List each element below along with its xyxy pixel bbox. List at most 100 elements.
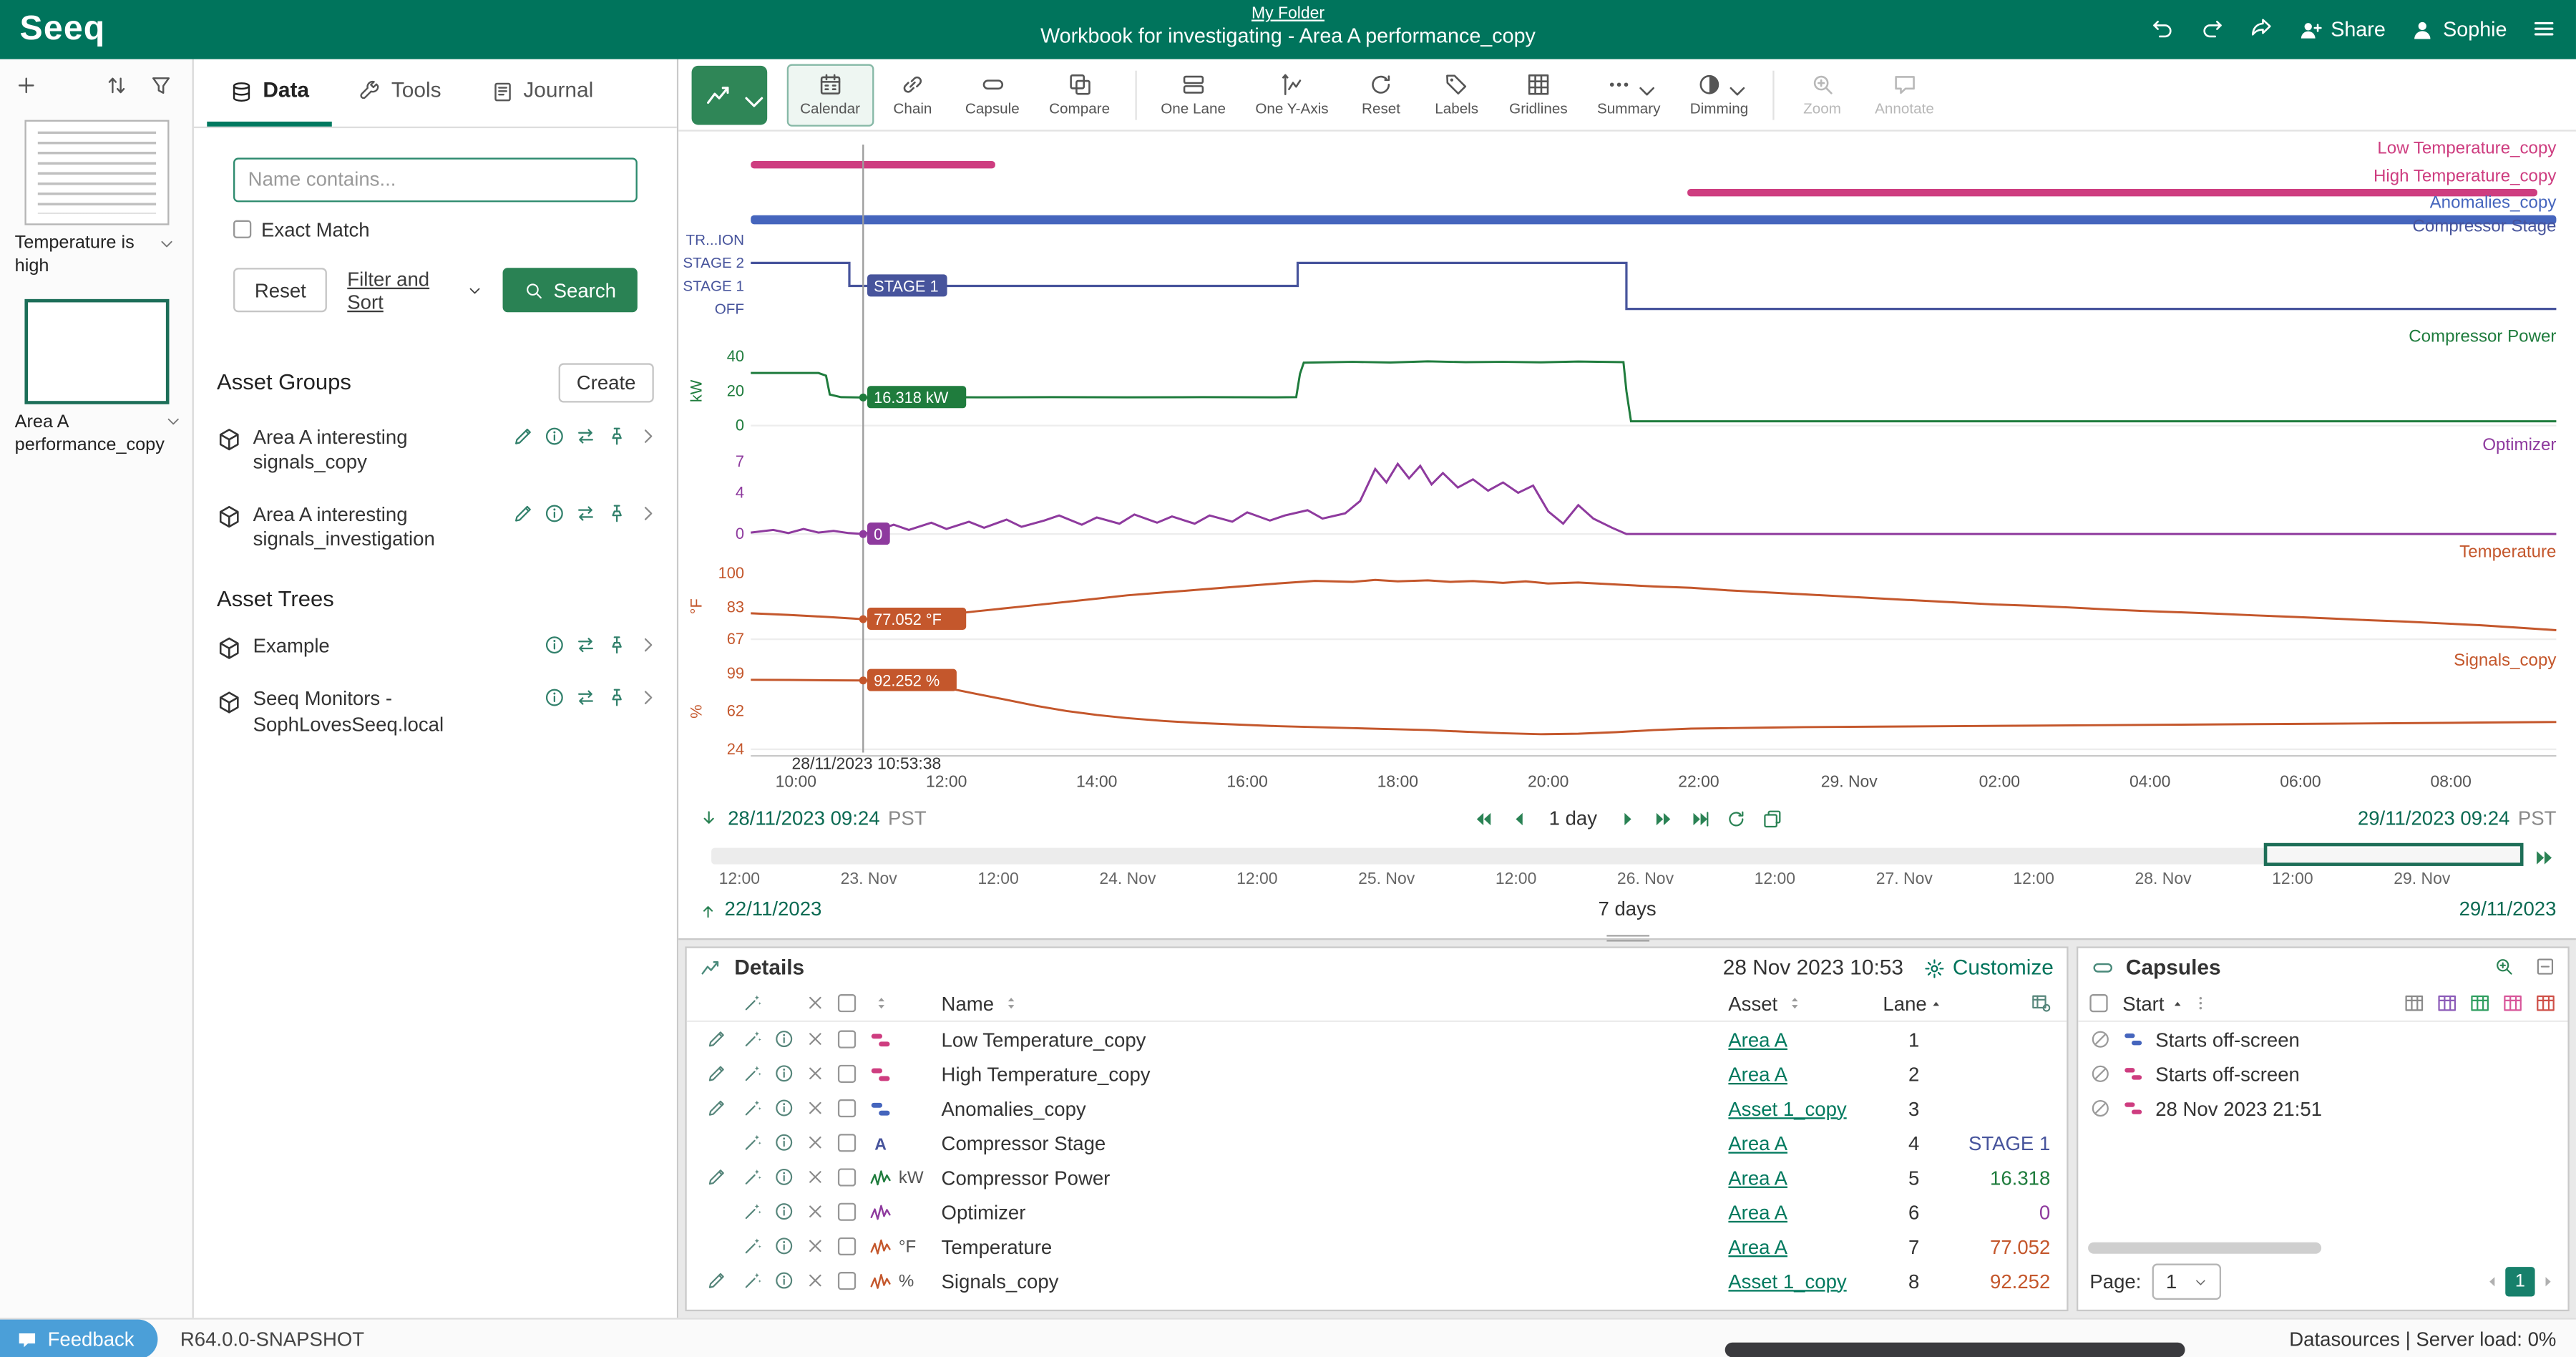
wand-icon[interactable] — [742, 1202, 763, 1222]
lane-label[interactable]: Optimizer — [2482, 435, 2556, 454]
stat-column-icon[interactable] — [2436, 993, 2458, 1014]
edit-pencil-icon[interactable] — [507, 425, 539, 447]
info-icon[interactable] — [774, 1064, 795, 1084]
asset-name[interactable]: Example — [253, 634, 508, 660]
info-icon[interactable] — [774, 1098, 795, 1119]
column-header-name[interactable]: Name — [942, 992, 1729, 1015]
exact-match-checkbox[interactable] — [233, 220, 251, 238]
wand-icon[interactable] — [742, 1236, 763, 1257]
search-input[interactable] — [233, 157, 638, 201]
asset-link[interactable]: Area A — [1728, 1200, 1787, 1223]
remove-icon[interactable] — [804, 1029, 825, 1050]
asset-list-item[interactable]: Example — [194, 621, 677, 674]
asset-list-item[interactable]: Seeq Monitors - SophLovesSeeq.local — [194, 674, 677, 752]
asset-link[interactable]: Area A — [1728, 1132, 1787, 1154]
chevron-right-icon[interactable] — [633, 634, 664, 656]
signal-name[interactable]: Anomalies_copy — [942, 1097, 1729, 1120]
signal-name[interactable]: Optimizer — [942, 1200, 1729, 1223]
step-to-end-icon[interactable] — [1689, 807, 1711, 829]
no-zoom-icon[interactable] — [2089, 1063, 2122, 1084]
reset-button[interactable]: Reset — [233, 268, 328, 312]
toolbar-one-y-axis-button[interactable]: One Y-Axis — [1242, 63, 1342, 125]
reorder-worksheets-icon[interactable] — [105, 72, 133, 100]
column-header-asset[interactable]: Asset — [1728, 992, 1879, 1015]
signal-name[interactable]: Compressor Power — [942, 1166, 1729, 1189]
asset-list-item[interactable]: Area A interesting signals_copy — [194, 412, 677, 489]
wand-icon[interactable] — [742, 1133, 763, 1154]
row-checkbox[interactable] — [837, 1237, 855, 1255]
overview-zoom-icon[interactable] — [2533, 845, 2556, 869]
lane-label[interactable]: Compressor Power — [2409, 327, 2556, 346]
share-button[interactable]: Share — [2298, 17, 2386, 42]
pin-icon[interactable] — [601, 687, 633, 709]
forward-share-icon[interactable] — [2248, 17, 2273, 42]
server-status[interactable]: Datasources | Server load: 0% — [2289, 1327, 2576, 1350]
remove-icon[interactable] — [804, 1133, 825, 1154]
swap-asset-icon[interactable] — [570, 502, 602, 524]
select-all-capsules-checkbox[interactable] — [2089, 994, 2107, 1012]
no-zoom-icon[interactable] — [2089, 1028, 2122, 1050]
stat-column-icon[interactable] — [2469, 993, 2491, 1014]
asset-link[interactable]: Asset 1_copy — [1728, 1097, 1846, 1120]
condition-label[interactable]: High Temperature_copy — [2373, 167, 2556, 186]
info-icon[interactable] — [539, 502, 570, 524]
details-row[interactable]: kWCompressor PowerArea A516.318 — [687, 1160, 2067, 1195]
more-options-icon[interactable] — [2192, 994, 2210, 1012]
deselect-all-wand-icon[interactable] — [742, 993, 763, 1013]
signal-name[interactable]: Compressor Stage — [942, 1132, 1729, 1154]
details-row[interactable]: Anomalies_copyAsset 1_copy3 — [687, 1091, 2067, 1126]
undo-icon[interactable] — [2150, 17, 2175, 42]
sort-type-icon[interactable] — [872, 994, 889, 1012]
worksheet-preview[interactable] — [24, 120, 168, 225]
details-row[interactable]: ACompressor StageArea A4STAGE 1 — [687, 1126, 2067, 1160]
overview-track[interactable] — [711, 848, 2523, 865]
remove-icon[interactable] — [804, 1202, 825, 1222]
row-checkbox[interactable] — [837, 1203, 855, 1221]
hamburger-menu-icon[interactable] — [2532, 17, 2556, 42]
toolbar-compare-button[interactable]: Compare — [1036, 63, 1123, 125]
asset-link[interactable]: Area A — [1728, 1062, 1787, 1085]
asset-name[interactable]: Area A interesting signals_investigation — [253, 502, 508, 554]
info-icon[interactable] — [774, 1270, 795, 1291]
asset-name[interactable]: Area A interesting signals_copy — [253, 425, 508, 477]
toolbar-labels-button[interactable]: Labels — [1420, 63, 1493, 125]
details-row[interactable]: Low Temperature_copyArea A1 — [687, 1022, 2067, 1056]
info-icon[interactable] — [774, 1133, 795, 1154]
stat-column-icon[interactable] — [2502, 993, 2524, 1014]
jump-to-start-icon[interactable] — [698, 807, 720, 829]
wand-icon[interactable] — [742, 1098, 763, 1119]
lane-label[interactable]: Temperature — [2459, 542, 2556, 561]
filter-worksheets-icon[interactable] — [150, 72, 177, 100]
toolbar-dimming-button[interactable]: Dimming — [1677, 63, 1761, 125]
column-header-lane[interactable]: Lane — [1880, 992, 1948, 1015]
details-row[interactable]: %Signals_copyAsset 1_copy892.252 — [687, 1264, 2067, 1298]
info-icon[interactable] — [774, 1029, 795, 1050]
new-worksheet-button[interactable] — [15, 72, 43, 100]
row-checkbox[interactable] — [837, 1031, 855, 1049]
worksheet-thumbnail[interactable]: Temperature is high — [15, 120, 177, 279]
pin-icon[interactable] — [601, 634, 633, 656]
row-checkbox[interactable] — [837, 1099, 855, 1117]
capsule-bar[interactable] — [751, 215, 2556, 225]
swap-asset-icon[interactable] — [570, 425, 602, 447]
overview-start-date[interactable]: 22/11/2023 — [698, 898, 822, 920]
chevron-right-icon[interactable] — [633, 502, 664, 524]
tab-tools[interactable]: Tools — [336, 59, 464, 126]
details-row[interactable]: OptimizerArea A60 — [687, 1195, 2067, 1229]
remove-icon[interactable] — [804, 1064, 825, 1084]
chevron-right-icon[interactable] — [633, 425, 664, 447]
user-menu[interactable]: Sophie — [2410, 17, 2507, 42]
toolbar-reset-button[interactable]: Reset — [1345, 63, 1418, 125]
filter-sort-link[interactable]: Filter and Sort — [347, 267, 483, 313]
edit-formula-icon[interactable] — [706, 1064, 727, 1084]
view-selector-button[interactable] — [692, 65, 768, 125]
wand-icon[interactable] — [742, 1064, 763, 1084]
select-all-checkbox[interactable] — [837, 994, 855, 1012]
toolbar-chain-button[interactable]: Chain — [877, 63, 949, 125]
signal-name[interactable]: Signals_copy — [942, 1270, 1729, 1293]
edit-formula-icon[interactable] — [706, 1029, 727, 1050]
overview-duration[interactable]: 7 days — [1598, 898, 1656, 920]
horizontal-scrollbar[interactable] — [2088, 1242, 2321, 1254]
condition-label[interactable]: Anomalies_copy — [2430, 193, 2557, 212]
asset-link[interactable]: Asset 1_copy — [1728, 1270, 1846, 1293]
